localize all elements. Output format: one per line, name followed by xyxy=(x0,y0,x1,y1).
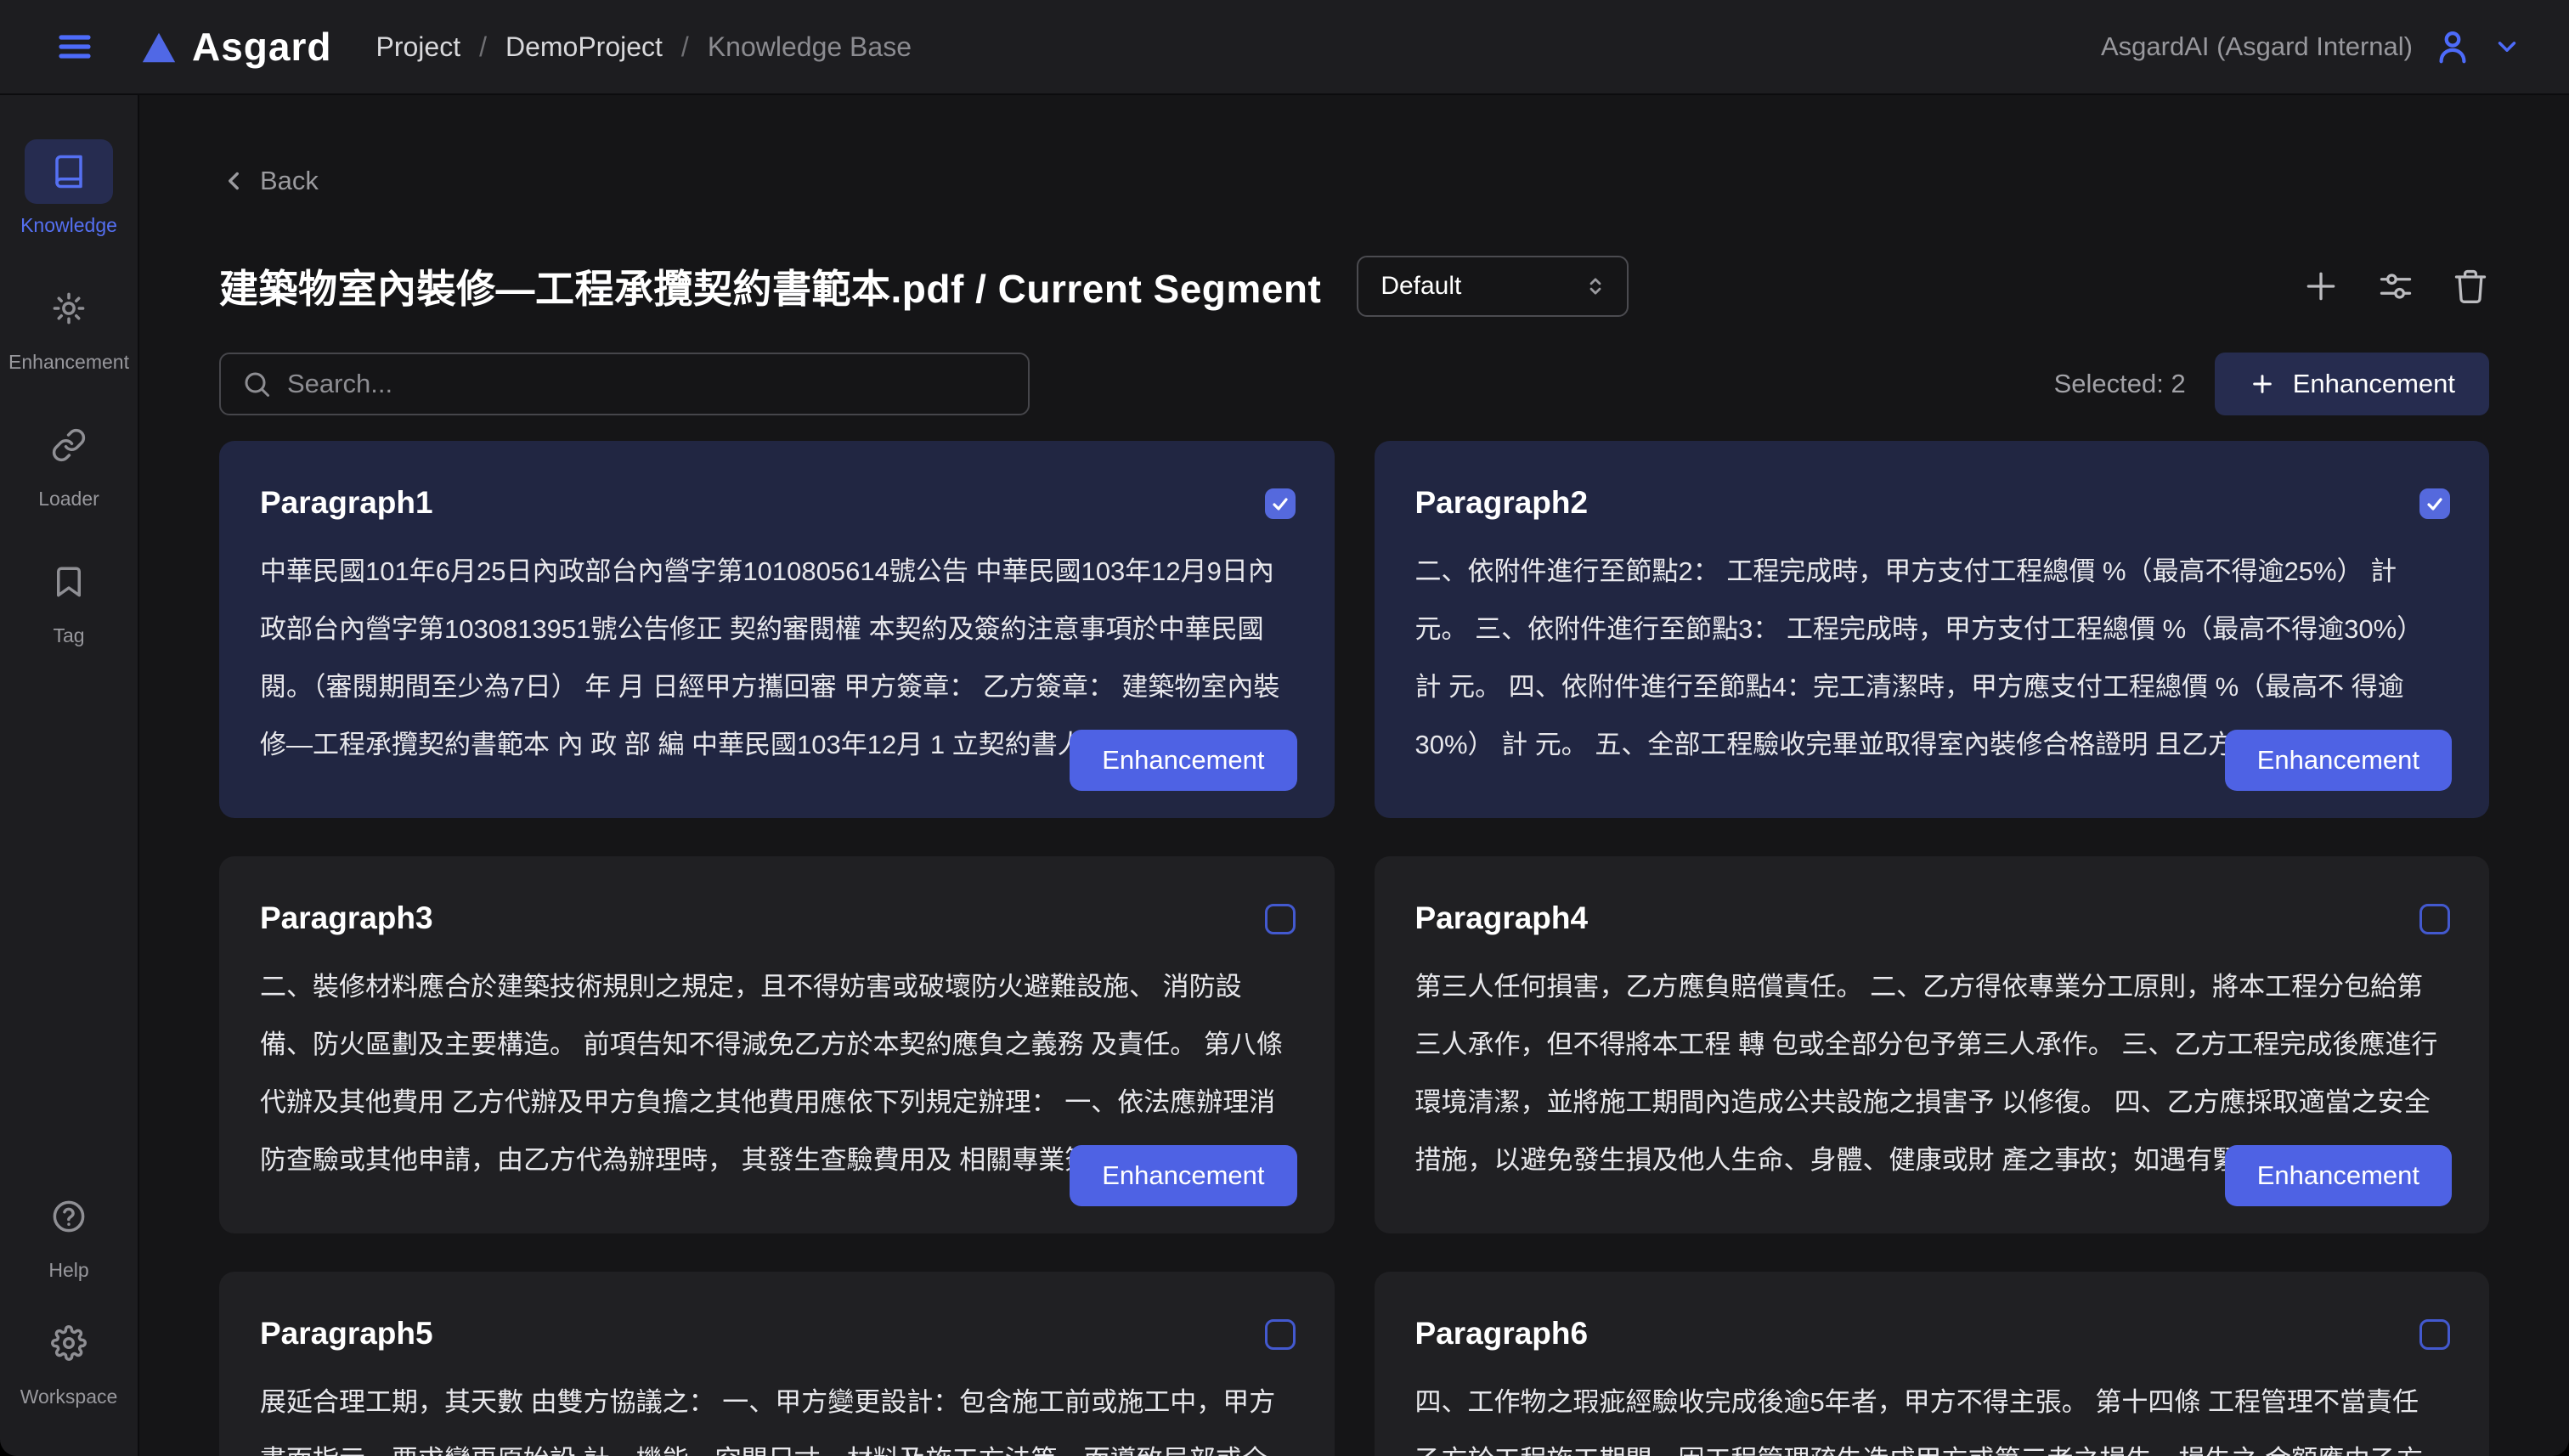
card-title: Paragraph1 xyxy=(260,485,1294,521)
title-row: 建築物室內裝修—工程承攬契約書範本.pdf / Current Segment … xyxy=(219,256,2489,317)
paragraph-checkbox[interactable] xyxy=(2419,904,2450,934)
paragraph-card: Paragraph3 二、裝修材料應合於建築技術規則之規定，且不得妨害或破壞防火… xyxy=(219,856,1335,1233)
breadcrumb-knowledge-base: Knowledge Base xyxy=(708,31,912,63)
search-row: Selected: 2 Enhancement xyxy=(219,353,2489,415)
plus-icon xyxy=(2249,370,2276,398)
breadcrumb-project[interactable]: Project xyxy=(375,31,460,63)
gear-icon xyxy=(25,1311,113,1375)
sidebar-item-label: Knowledge xyxy=(20,214,117,237)
enhancement-button-label: Enhancement xyxy=(2293,369,2455,399)
chevron-left-icon xyxy=(219,166,248,195)
back-button[interactable]: Back xyxy=(219,166,319,196)
paragraph-card: Paragraph4 第三人任何損害，乙方應負賠償責任。 二、乙方得依專業分工原… xyxy=(1375,856,2490,1233)
sidebar-item-label: Enhancement xyxy=(8,351,129,374)
app-window: Asgard Project / DemoProject / Knowledge… xyxy=(0,0,2569,1456)
breadcrumb-separator: / xyxy=(681,31,689,63)
search-icon xyxy=(241,369,272,399)
top-bar: Asgard Project / DemoProject / Knowledge… xyxy=(0,0,2569,95)
brand-name: Asgard xyxy=(192,24,331,70)
check-icon xyxy=(1270,494,1290,514)
book-icon xyxy=(25,139,113,204)
card-title: Paragraph4 xyxy=(1415,900,2449,936)
search-input[interactable] xyxy=(287,369,1008,399)
sidebar-item-label: Help xyxy=(48,1259,88,1282)
account-menu[interactable]: AsgardAI (Asgard Internal) xyxy=(2101,27,2521,66)
paragraph-checkbox[interactable] xyxy=(2419,1319,2450,1350)
paragraph-card: Paragraph5 展延合理工期，其天數 由雙方協議之： 一、甲方變更設計：包… xyxy=(219,1272,1335,1456)
card-title: Paragraph6 xyxy=(1415,1316,2449,1352)
segment-toolbar xyxy=(2302,268,2489,305)
sidebar-item-knowledge[interactable]: Knowledge xyxy=(20,139,117,237)
triangle-logo-icon xyxy=(139,28,178,65)
search-box xyxy=(219,353,1030,415)
sidebar-item-label: Workspace xyxy=(20,1385,118,1408)
sidebar-item-workspace[interactable]: Workspace xyxy=(20,1311,118,1408)
paragraph-checkbox[interactable] xyxy=(1265,904,1296,934)
link-icon xyxy=(25,413,113,477)
sidebar-item-loader[interactable]: Loader xyxy=(25,413,113,511)
breadcrumb: Project / DemoProject / Knowledge Base xyxy=(375,31,912,63)
card-title: Paragraph3 xyxy=(260,900,1294,936)
card-enhancement-button[interactable]: Enhancement xyxy=(2225,730,2452,791)
card-title: Paragraph5 xyxy=(260,1316,1294,1352)
enhancement-button[interactable]: Enhancement xyxy=(2215,353,2489,415)
sun-icon xyxy=(25,276,113,341)
sidebar-item-label: Loader xyxy=(38,488,99,511)
card-text: 展延合理工期，其天數 由雙方協議之： 一、甲方變更設計：包含施工前或施工中，甲方… xyxy=(260,1374,1294,1456)
card-title: Paragraph2 xyxy=(1415,485,2449,521)
check-icon xyxy=(2425,494,2445,514)
trash-icon[interactable] xyxy=(2452,268,2489,305)
segment-select-value: Default xyxy=(1380,272,1461,301)
bookmark-icon xyxy=(25,550,113,614)
card-text: 四、工作物之瑕疵經驗收完成後逾5年者，甲方不得主張。 第十四條 工程管理不當責任… xyxy=(1415,1374,2449,1456)
breadcrumb-demo-project[interactable]: DemoProject xyxy=(505,31,663,63)
brand-logo: Asgard xyxy=(139,24,331,70)
chevrons-up-down-icon xyxy=(1583,274,1608,299)
sliders-icon[interactable] xyxy=(2377,268,2414,305)
sidebar-item-help[interactable]: Help xyxy=(25,1184,113,1282)
paragraph-checkbox[interactable] xyxy=(1265,1319,1296,1350)
hamburger-menu-icon[interactable] xyxy=(54,26,95,67)
back-label: Back xyxy=(260,166,319,196)
main-content: Back 建築物室內裝修—工程承攬契約書範本.pdf / Current Seg… xyxy=(139,95,2569,1456)
paragraph-checkbox[interactable] xyxy=(2419,488,2450,519)
sidebar: Knowledge Enhancement Loader Tag xyxy=(0,95,139,1456)
sidebar-item-tag[interactable]: Tag xyxy=(25,550,113,647)
card-enhancement-button[interactable]: Enhancement xyxy=(1070,1145,1296,1206)
help-circle-icon xyxy=(25,1184,113,1249)
paragraph-grid: Paragraph1 中華民國101年6月25日內政部台內營字第10108056… xyxy=(219,441,2489,1456)
chevron-down-icon xyxy=(2493,32,2521,61)
paragraph-card: Paragraph1 中華民國101年6月25日內政部台內營字第10108056… xyxy=(219,441,1335,818)
paragraph-card: Paragraph6 四、工作物之瑕疵經驗收完成後逾5年者，甲方不得主張。 第十… xyxy=(1375,1272,2490,1456)
segment-select[interactable]: Default xyxy=(1357,256,1629,317)
add-icon[interactable] xyxy=(2302,268,2340,305)
card-enhancement-button[interactable]: Enhancement xyxy=(2225,1145,2452,1206)
page-title: 建築物室內裝修—工程承攬契約書範本.pdf / Current Segment xyxy=(219,258,1321,314)
selected-count-label: Selected: 2 xyxy=(2054,369,2186,399)
paragraph-checkbox[interactable] xyxy=(1265,488,1296,519)
sidebar-item-enhancement[interactable]: Enhancement xyxy=(8,276,129,374)
paragraph-card: Paragraph2 二、依附件進行至節點2： 工程完成時，甲方支付工程總價 %… xyxy=(1375,441,2490,818)
breadcrumb-separator: / xyxy=(479,31,487,63)
card-enhancement-button[interactable]: Enhancement xyxy=(1070,730,1296,791)
user-icon xyxy=(2433,27,2472,66)
account-name: AsgardAI (Asgard Internal) xyxy=(2101,31,2413,62)
sidebar-item-label: Tag xyxy=(53,624,84,647)
